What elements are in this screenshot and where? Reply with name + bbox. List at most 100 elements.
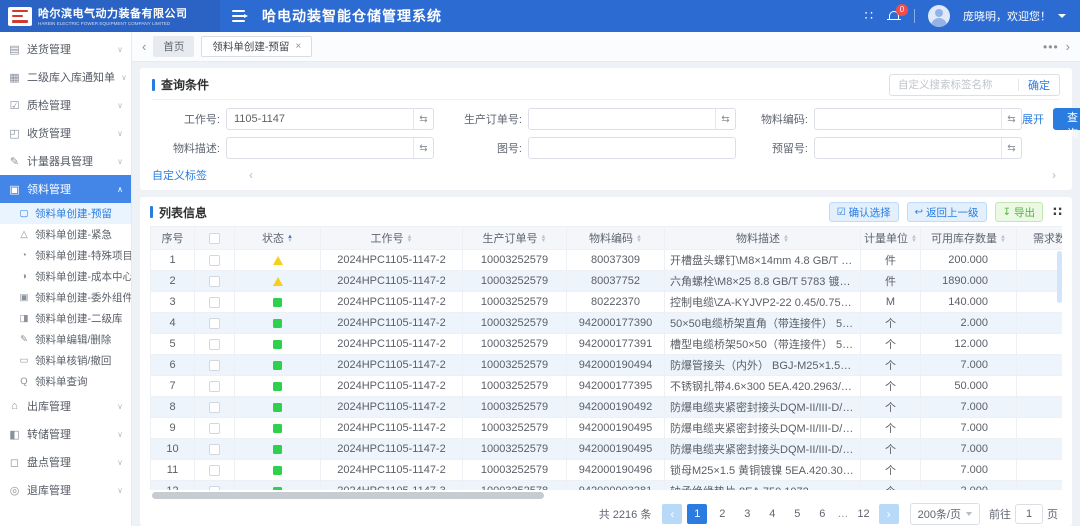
column-header-stock_qty[interactable]: 可用库存数量▲▼ [921,227,1017,250]
预留号-input[interactable] [815,142,1001,154]
row-checkbox[interactable] [209,423,220,434]
user-menu-caret-icon[interactable] [1058,14,1066,18]
row-checkbox[interactable] [209,360,220,371]
confirm-tag-button[interactable]: 确定 [1019,77,1059,93]
list-select-icon[interactable]: ⇆ [413,109,433,129]
sidebar-item-return[interactable]: ◎退库管理∨ [0,476,131,504]
row-checkbox[interactable] [209,297,220,308]
list-select-icon[interactable]: ⇆ [715,109,735,129]
page-button-4[interactable]: 4 [762,504,782,524]
page-button-5[interactable]: 5 [787,504,807,524]
row-checkbox[interactable] [209,444,220,455]
sidebar-subitem-edit-delete[interactable]: ✎领料单编辑/删除 [0,329,131,350]
sidebar-subitem-create-secondary[interactable]: ◨领料单创建-二级库 [0,308,131,329]
sidebar-item-receiving[interactable]: ◰收货管理∨ [0,119,131,147]
page-button-3[interactable]: 3 [737,504,757,524]
sidebar-item-transfer[interactable]: ◧转储管理∨ [0,420,131,448]
horizontal-scrollbar-thumb[interactable] [152,492,544,499]
sidebar-item-outbound[interactable]: ⌂出库管理∨ [0,392,131,420]
select-all-checkbox[interactable] [209,233,220,244]
column-header-order_no[interactable]: 生产订单号▲▼ [463,227,567,250]
column-header-material_desc[interactable]: 物料描述▲▼ [665,227,861,250]
tabs-forward-icon[interactable]: › [1066,39,1070,54]
column-header-unit[interactable]: 计量单位▲▼ [861,227,921,250]
search-button[interactable]: 查询 [1053,108,1080,130]
tab-close-icon[interactable]: × [295,41,301,52]
list-select-icon[interactable]: ⇆ [1001,138,1021,158]
sidebar-subitem-create-special[interactable]: ◔领料单创建-特殊项目 [0,245,131,266]
expand-link[interactable]: 展开 [1022,111,1044,127]
column-header-material_code[interactable]: 物料编码▲▼ [567,227,665,250]
row-checkbox[interactable] [209,255,220,266]
notification-bell-icon[interactable]: 0 [887,9,901,23]
tags-scroll-right-icon[interactable]: › [1052,168,1060,182]
sidebar-subitem-create-urgent[interactable]: △领料单创建-紧急 [0,224,131,245]
sort-icon[interactable]: ▲▼ [1000,235,1006,244]
sort-icon[interactable]: ▲▼ [287,235,293,244]
sidebar-subitem-create-reserve[interactable]: ▢领料单创建-预留 [0,203,131,224]
sort-desc-icon[interactable]: ▼ [287,239,293,244]
confirm-select-button[interactable]: ☑确认选择 [829,202,899,222]
list-select-icon[interactable]: ⇆ [1001,109,1021,129]
row-checkbox[interactable] [209,318,220,329]
column-settings-icon[interactable]: ∷ [1053,204,1062,220]
horizontal-scrollbar[interactable] [150,491,1062,500]
prev-page-icon[interactable]: ‹ [662,504,682,524]
sort-icon[interactable]: ▲▼ [407,235,413,244]
page-button-6[interactable]: 6 [812,504,832,524]
工作号-input[interactable] [227,113,413,125]
sort-icon[interactable]: ▲▼ [636,235,642,244]
sidebar-item-measuring-tools[interactable]: ✎计量器具管理∨ [0,147,131,175]
vertical-scrollbar[interactable] [1057,251,1062,303]
page-size-select[interactable]: 200条/页 [910,503,980,525]
tabs-more-icon[interactable]: ••• [1043,40,1059,54]
sidebar-item-stocktake[interactable]: ◻盘点管理∨ [0,448,131,476]
sort-icon[interactable]: ▲▼ [911,235,917,244]
tabs-back-icon[interactable]: ‹ [142,39,146,54]
next-page-icon[interactable]: › [879,504,899,524]
avatar[interactable] [928,5,950,27]
图号-input[interactable] [529,142,735,154]
物料描述-input[interactable] [227,142,413,154]
sidebar-subitem-writeoff-recall[interactable]: ▭领料单核销/撤回 [0,350,131,371]
fullscreen-icon[interactable]: ∷ [865,8,874,24]
sort-desc-icon[interactable]: ▼ [407,239,413,244]
row-checkbox[interactable] [209,381,220,392]
custom-tag-name-input[interactable] [890,79,1018,91]
page-button-12[interactable]: 12 [853,504,873,524]
list-select-icon[interactable]: ⇆ [413,138,433,158]
sort-desc-icon[interactable]: ▼ [636,239,642,244]
sidebar-item-material[interactable]: ▣领料管理∧ [0,175,131,203]
sort-icon[interactable]: ▲▼ [541,235,547,244]
sidebar-subitem-create-cost-center[interactable]: ◑领料单创建-成本中心 [0,266,131,287]
sidebar-item-delivery[interactable]: ▤送货管理∨ [0,35,131,63]
goto-page-input[interactable] [1015,504,1043,524]
物料编码-input[interactable] [815,113,1001,125]
sidebar-item-secondary-inbound[interactable]: ▦二级库入库通知单∨ [0,63,131,91]
生产订单号-input[interactable] [529,113,715,125]
sort-desc-icon[interactable]: ▼ [783,239,789,244]
sort-icon[interactable]: ▲▼ [783,235,789,244]
row-checkbox[interactable] [209,402,220,413]
row-checkbox[interactable] [209,276,220,287]
column-header-work_no[interactable]: 工作号▲▼ [321,227,463,250]
column-header-demand_qty[interactable]: 需求数量▲▼ [1017,227,1063,250]
column-header-status[interactable]: 状态▲▼ [235,227,321,250]
tags-scroll-left-icon[interactable]: ‹ [249,168,253,182]
sidebar-item-quality[interactable]: ☑质检管理∨ [0,91,131,119]
custom-tag-link[interactable]: 自定义标签 [152,167,207,183]
row-checkbox[interactable] [209,339,220,350]
tab-领料单创建-预留[interactable]: 领料单创建-预留× [201,36,312,57]
page-button-1[interactable]: 1 [687,504,707,524]
page-button-2[interactable]: 2 [712,504,732,524]
back-level-button[interactable]: ↩返回上一级 [907,202,987,222]
sort-desc-icon[interactable]: ▼ [541,239,547,244]
sidebar-subitem-query[interactable]: Q领料单查询 [0,371,131,392]
tab-首页[interactable]: 首页 [153,36,194,57]
menu-collapse-icon[interactable] [232,10,248,22]
sort-desc-icon[interactable]: ▼ [911,239,917,244]
row-checkbox[interactable] [209,465,220,476]
export-button[interactable]: ↧导出 [995,202,1043,222]
sort-desc-icon[interactable]: ▼ [1000,239,1006,244]
sidebar-subitem-create-outsourced[interactable]: ▣领料单创建-委外组件 [0,287,131,308]
